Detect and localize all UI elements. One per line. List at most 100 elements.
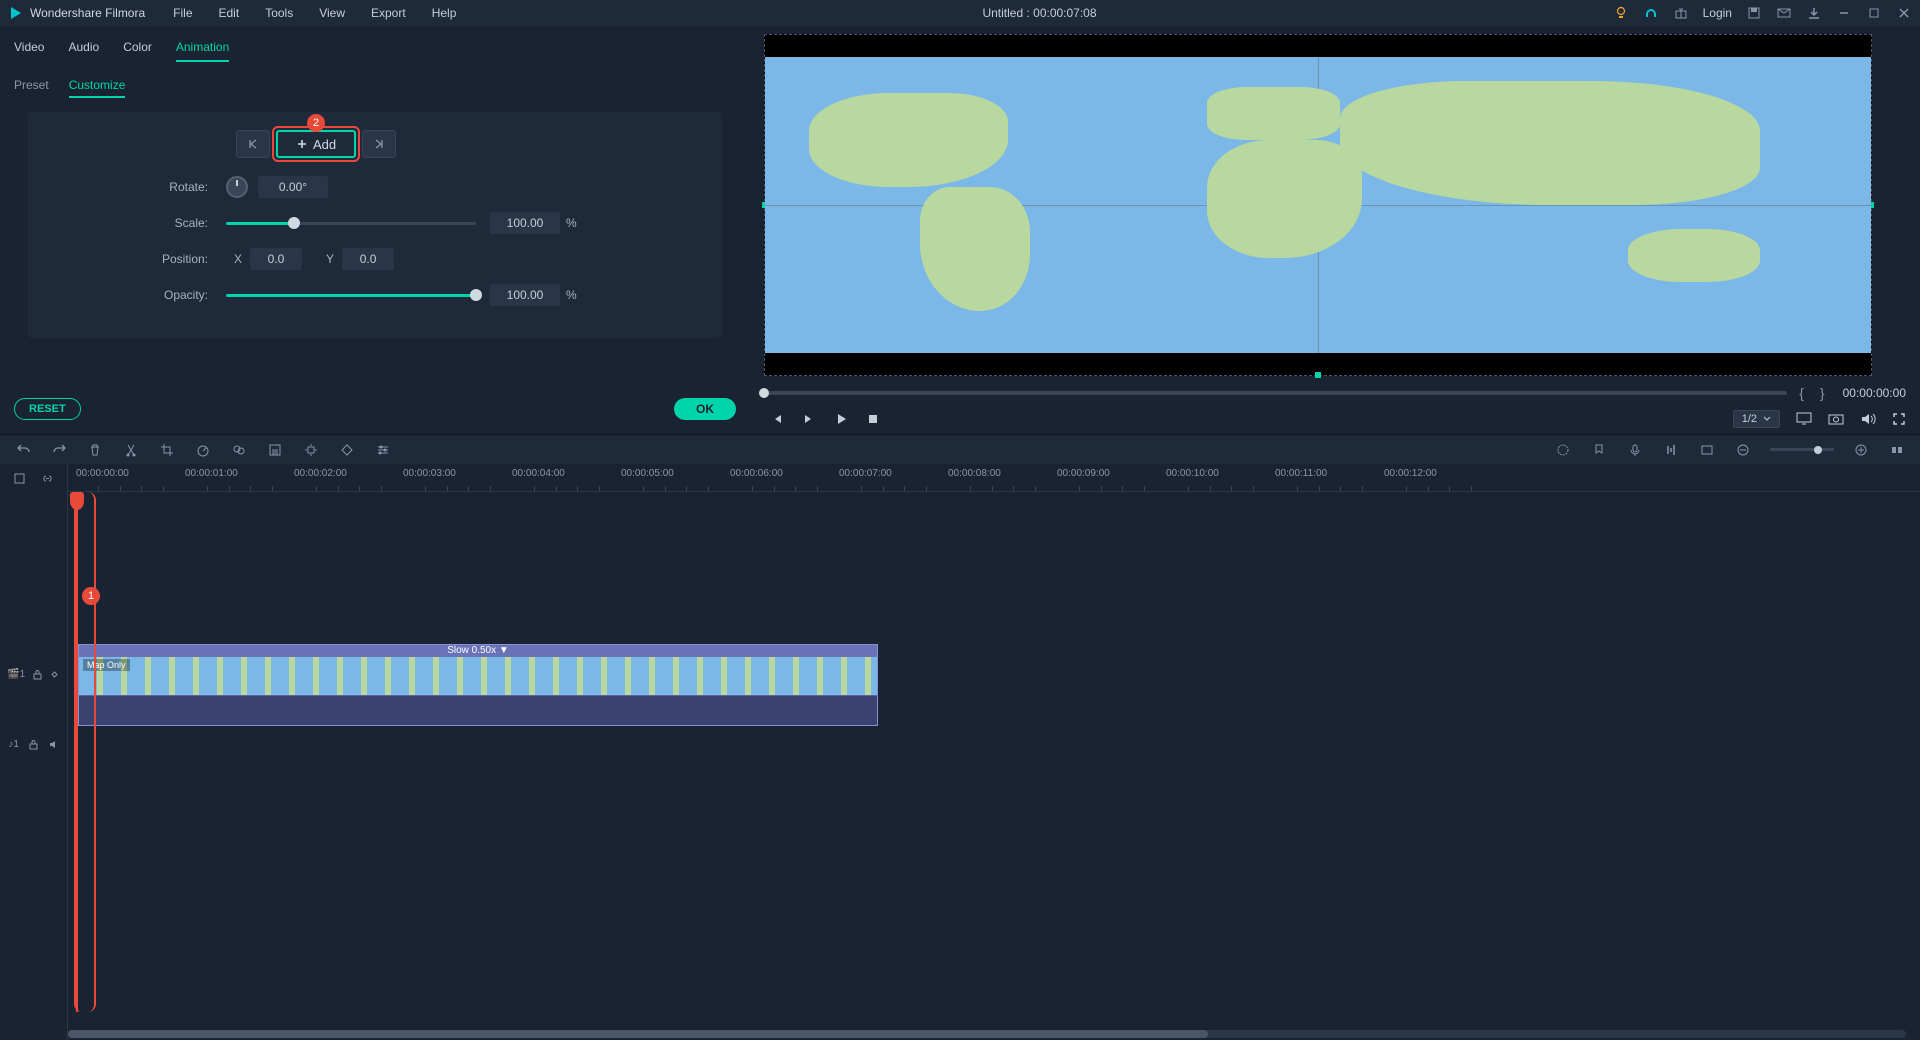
track-area[interactable]: 1 Slow 0.50x ▼ Map Only	[68, 492, 1920, 1012]
step-forward-button[interactable]	[802, 412, 816, 426]
timeline-clip[interactable]: Slow 0.50x ▼ Map Only	[78, 644, 878, 726]
clip-name-label: Map Only	[83, 659, 130, 671]
transport-bar: 1/2	[750, 404, 1920, 434]
undo-icon[interactable]	[14, 441, 32, 459]
fullscreen-icon[interactable]	[1892, 412, 1906, 426]
login-button[interactable]: Login	[1703, 6, 1732, 20]
position-y-input[interactable]	[342, 248, 394, 270]
playhead[interactable]	[76, 492, 78, 1012]
clip-thumbnails: Map Only	[79, 657, 877, 695]
redo-icon[interactable]	[50, 441, 68, 459]
scale-slider[interactable]	[226, 222, 476, 225]
timeline-ruler[interactable]: 00:00:00:0000:00:01:0000:00:02:0000:00:0…	[68, 464, 1920, 492]
track-header-sync	[0, 464, 67, 492]
category-tabs: Video Audio Color Animation	[0, 26, 750, 62]
timeline-scrollbar[interactable]	[68, 1030, 1906, 1038]
keyframe-prev-button[interactable]	[236, 130, 270, 158]
zoom-slider[interactable]	[1770, 448, 1834, 451]
menu-export[interactable]: Export	[361, 2, 416, 24]
preview-canvas[interactable]	[764, 34, 1872, 376]
menu-view[interactable]: View	[309, 2, 355, 24]
colormatch-icon[interactable]	[230, 441, 248, 459]
keyframe-next-button[interactable]	[362, 130, 396, 158]
tab-video[interactable]: Video	[14, 34, 44, 62]
reset-button[interactable]: RESET	[14, 398, 81, 420]
clip-effect-label[interactable]: Slow 0.50x ▼	[79, 645, 877, 657]
tab-color[interactable]: Color	[123, 34, 152, 62]
scrub-thumb[interactable]	[759, 388, 769, 398]
opacity-input[interactable]	[490, 284, 560, 306]
step-back-button[interactable]	[770, 412, 784, 426]
ruler-tick: 00:00:04:00	[512, 468, 565, 479]
properties-body: 2 Add Rotate: Scale: %	[28, 112, 722, 338]
minimize-icon[interactable]	[1836, 5, 1852, 21]
display-icon[interactable]	[1796, 412, 1812, 426]
mute-icon[interactable]	[48, 739, 59, 750]
lock-icon[interactable]	[32, 669, 43, 680]
lock-icon[interactable]	[28, 739, 39, 750]
position-x-input[interactable]	[250, 248, 302, 270]
opacity-slider[interactable]	[226, 294, 476, 297]
save-icon[interactable]	[1746, 5, 1762, 21]
snapshot-icon[interactable]	[1828, 412, 1844, 426]
scale-input[interactable]	[490, 212, 560, 234]
split-icon[interactable]	[122, 441, 140, 459]
zoom-fit-icon[interactable]	[1888, 441, 1906, 459]
link-icon[interactable]	[38, 469, 56, 487]
ok-button[interactable]: OK	[674, 398, 736, 420]
menu-edit[interactable]: Edit	[209, 2, 250, 24]
play-button[interactable]	[834, 412, 848, 426]
adjust-icon[interactable]	[374, 441, 392, 459]
mail-icon[interactable]	[1776, 5, 1792, 21]
selection-handle-bottom[interactable]	[1315, 372, 1321, 378]
opacity-suffix: %	[566, 288, 577, 302]
opacity-label: Opacity:	[56, 288, 226, 302]
zoom-in-icon[interactable]	[1852, 441, 1870, 459]
volume-icon[interactable]	[1860, 412, 1876, 426]
menu-help[interactable]: Help	[422, 2, 467, 24]
headset-icon[interactable]	[1643, 5, 1659, 21]
track-video-label: 🎬1	[7, 669, 25, 680]
greenscreen-icon[interactable]	[266, 441, 284, 459]
tab-animation[interactable]: Animation	[176, 34, 229, 62]
tab-audio[interactable]: Audio	[68, 34, 99, 62]
playhead-handle[interactable]	[70, 492, 84, 510]
timeline-scrollbar-thumb[interactable]	[68, 1030, 1208, 1038]
sync-icon[interactable]	[11, 469, 29, 487]
maximize-icon[interactable]	[1866, 5, 1882, 21]
lightbulb-icon[interactable]	[1613, 5, 1629, 21]
voiceover-icon[interactable]	[1626, 441, 1644, 459]
position-label: Position:	[56, 252, 226, 266]
stop-button[interactable]	[866, 412, 880, 426]
position-y-label: Y	[326, 252, 334, 266]
audiomix-icon[interactable]	[1662, 441, 1680, 459]
motiontrack-icon[interactable]	[302, 441, 320, 459]
main-area: Video Audio Color Animation Preset Custo…	[0, 26, 1920, 434]
close-icon[interactable]	[1896, 5, 1912, 21]
mark-in-icon[interactable]: {	[1795, 385, 1808, 401]
gift-icon[interactable]	[1673, 5, 1689, 21]
zoom-out-icon[interactable]	[1734, 441, 1752, 459]
timeline-body[interactable]: 00:00:00:0000:00:01:0000:00:02:0000:00:0…	[68, 464, 1920, 1040]
thumbnail-icon[interactable]	[1698, 441, 1716, 459]
scrub-track[interactable]	[764, 391, 1787, 395]
rotate-knob[interactable]	[226, 176, 248, 198]
menu-tools[interactable]: Tools	[255, 2, 303, 24]
keyframe-icon[interactable]	[338, 441, 356, 459]
keyframe-add-label: Add	[313, 137, 336, 152]
ruler-tick: 00:00:09:00	[1057, 468, 1110, 479]
speed-icon[interactable]	[194, 441, 212, 459]
render-icon[interactable]	[1554, 441, 1572, 459]
keyframe-add-button[interactable]: 2 Add	[276, 130, 356, 158]
delete-icon[interactable]	[86, 441, 104, 459]
menu-file[interactable]: File	[163, 2, 202, 24]
quality-select[interactable]: 1/2	[1733, 410, 1780, 428]
subtab-preset[interactable]: Preset	[14, 74, 49, 98]
visibility-icon[interactable]	[49, 669, 60, 680]
crop-icon[interactable]	[158, 441, 176, 459]
download-icon[interactable]	[1806, 5, 1822, 21]
marker-icon[interactable]	[1590, 441, 1608, 459]
subtab-customize[interactable]: Customize	[69, 74, 126, 98]
rotate-input[interactable]	[258, 176, 328, 198]
mark-out-icon[interactable]: }	[1816, 385, 1829, 401]
